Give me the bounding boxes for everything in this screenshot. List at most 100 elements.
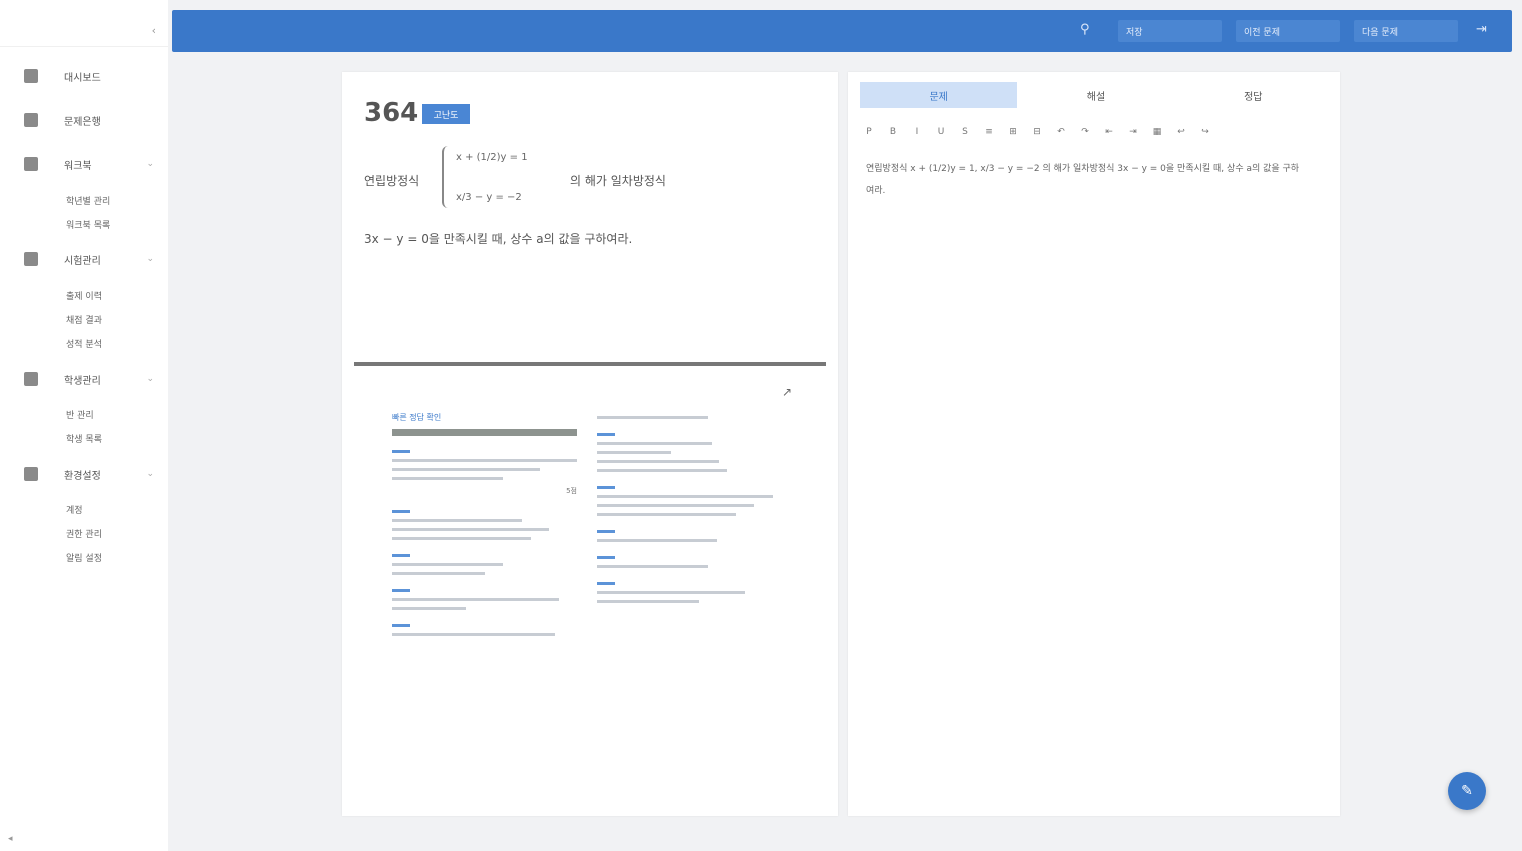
paragraph-button[interactable]: P [860,127,878,137]
sub-item[interactable]: 계정 [66,503,83,516]
sidebar-item-label: 대시보드 [64,72,101,84]
editor-line-1: 연립방정식 x + (1/2)y = 1, x/3 − y = −2 의 해가 … [866,164,1300,174]
thumb-marker [597,556,615,559]
thumb-line [392,528,550,531]
sub-item[interactable]: 권한 관리 [66,527,102,540]
chevron-down-icon: ⌄ [146,469,154,479]
thumb-line [392,633,555,636]
sidebar-item-label: 학생관리 [64,375,101,387]
editor-line-2: 여라. [866,186,886,196]
sidebar-item-settings[interactable]: 환경설정 ⌄ [24,464,154,484]
bank-icon [24,113,38,127]
underline-button[interactable]: U [932,127,950,137]
editor-tabs: 문제 해설 정답 [860,82,1332,108]
thumb-line [597,460,720,463]
thumb-marker [392,554,410,557]
indent-button[interactable]: ⇥ [1124,127,1142,137]
undo-button[interactable]: ↶ [1052,127,1070,137]
thumb-line [597,469,727,472]
thumb-line [392,459,577,462]
thumb-marker [597,530,615,533]
thumb-marker [597,486,615,489]
undo-icon-button[interactable]: ↩ [1172,127,1190,137]
bold-button[interactable]: B [884,127,902,137]
sidebar-item-label: 환경설정 [64,470,101,482]
thumb-marker [392,589,410,592]
thumbnail-title: 빠른 정답 확인 [392,413,442,422]
thumb-marker [597,582,615,585]
sidebar-item-label: 문제은행 [64,116,101,128]
sidebar-item-label: 시험관리 [64,255,101,267]
thumb-marker [392,510,410,513]
grid-icon [24,69,38,83]
image-button[interactable]: ▦ [1148,127,1166,137]
redo-button[interactable]: ↷ [1076,127,1094,137]
thumb-line [597,591,745,594]
align-button[interactable]: ≡ [980,127,998,137]
thumb-line [392,607,466,610]
sidebar-item-dashboard[interactable]: 대시보드 [24,66,154,86]
table-button[interactable]: ⊞ [1004,127,1022,137]
sub-item[interactable]: 출제 이력 [66,289,102,302]
redo-icon-button[interactable]: ↪ [1196,127,1214,137]
equation-brace [442,146,454,208]
italic-button[interactable]: I [908,127,926,137]
chevron-down-icon: ⌄ [146,159,154,169]
tab-explanation[interactable]: 해설 [1017,82,1174,108]
thumb-line [597,539,718,542]
thumb-line [597,565,708,568]
editor-content[interactable]: 연립방정식 x + (1/2)y = 1, x/3 − y = −2 의 해가 … [866,158,1326,202]
thumb-line [597,513,736,516]
thumb-score: 5점 [566,487,577,495]
sidebar-item-students[interactable]: 학생관리 ⌄ [24,369,154,389]
thumb-line [597,504,755,507]
thumbnail-bar [392,429,577,436]
editor-panel: 문제 해설 정답 P B I U S ≡ ⊞ ⊟ ↶ ↷ ⇤ ⇥ ▦ ↩ ↪ 연… [848,72,1340,816]
sub-item[interactable]: 학년별 관리 [66,194,110,207]
sidebar: ‹ 대시보드 문제은행 워크북 ⌄ 학년별 관리 워크북 목록 시험관리 ⌄ 출… [0,0,168,851]
prev-question-button[interactable]: 이전 문제 [1236,20,1340,42]
sidebar-item-workbook[interactable]: 워크북 ⌄ [24,154,154,174]
question-line-2: 3x − y = 0을 만족시킬 때, 상수 a의 값을 구하여라. [364,232,633,246]
table-options-button[interactable]: ⊟ [1028,127,1046,137]
scroll-left-arrow[interactable]: ◂ [8,834,13,844]
sub-item[interactable]: 성적 분석 [66,337,102,350]
strike-button[interactable]: S [956,127,974,137]
thumb-line [597,442,712,445]
thumb-line [392,572,485,575]
thumb-line [392,563,503,566]
top-bar: ⚲ 저장 이전 문제 다음 문제 ⇥ [172,10,1512,52]
thumbnail-left-column: 빠른 정답 확인 5점 [392,402,577,642]
next-question-button[interactable]: 다음 문제 [1354,20,1458,42]
equation-2: x/3 − y = −2 [456,192,522,203]
sub-item[interactable]: 학생 목록 [66,432,102,445]
thumb-line [392,537,531,540]
sub-item[interactable]: 워크북 목록 [66,218,110,231]
thumb-marker [597,433,615,436]
student-icon [24,372,38,386]
editor-toolbar: P B I U S ≡ ⊞ ⊟ ↶ ↷ ⇤ ⇥ ▦ ↩ ↪ [860,122,1332,142]
collapse-sidebar-button[interactable]: ‹ [152,24,156,37]
tab-answer[interactable]: 정답 [1175,82,1332,108]
sidebar-header: ‹ [0,0,168,47]
save-button[interactable]: 저장 [1118,20,1222,42]
question-intro: 연립방정식 [364,174,420,188]
thumb-marker [392,450,410,453]
sidebar-item-exam[interactable]: 시험관리 ⌄ [24,249,154,269]
sub-item[interactable]: 알림 설정 [66,551,102,564]
sub-item[interactable]: 채점 결과 [66,313,102,326]
thumb-line [392,477,503,480]
chevron-down-icon: ⌄ [146,374,154,384]
thumb-line [597,416,708,419]
exit-icon[interactable]: ⇥ [1476,22,1487,37]
question-preview-panel: 364 고난도 연립방정식 x + (1/2)y = 1 x/3 − y = −… [342,72,838,816]
outdent-button[interactable]: ⇤ [1100,127,1118,137]
sidebar-item-question-bank[interactable]: 문제은행 [24,110,154,130]
search-icon[interactable]: ⚲ [1080,22,1090,37]
tab-question[interactable]: 문제 [860,82,1018,108]
pin-icon[interactable]: ↗ [782,385,792,399]
sub-item[interactable]: 반 관리 [66,408,94,421]
question-number: 364 [364,98,419,128]
answer-sheet-thumbnail[interactable]: 빠른 정답 확인 5점 [392,402,782,822]
floating-action-button[interactable]: ✎ [1448,772,1486,810]
